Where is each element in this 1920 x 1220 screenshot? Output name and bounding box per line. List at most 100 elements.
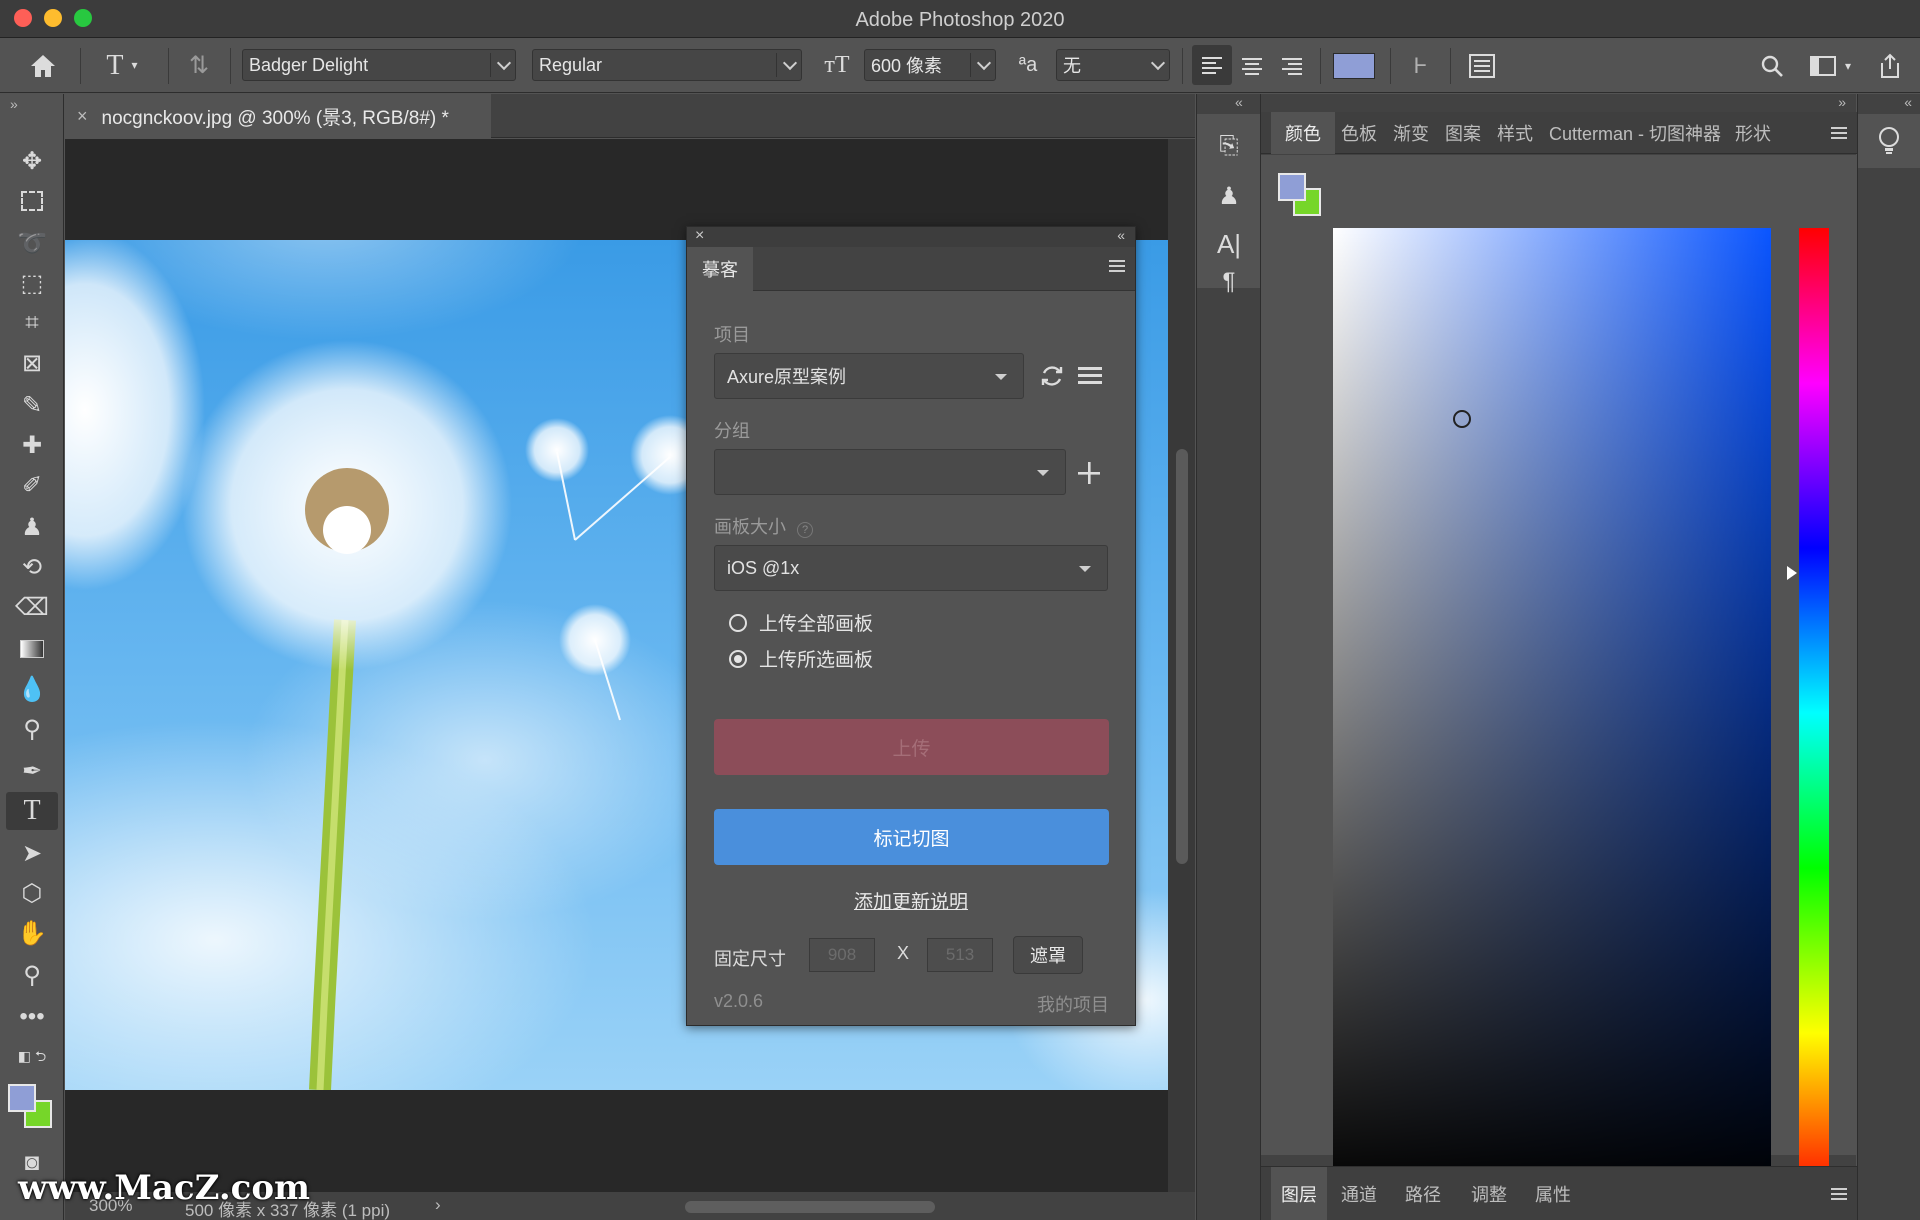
shape-tool-icon[interactable]: ⬡ <box>6 874 58 912</box>
move-tool-icon[interactable]: ✥ <box>6 142 58 180</box>
marquee-tool-icon[interactable] <box>6 182 58 220</box>
tab-color[interactable]: 颜色 <box>1271 112 1335 154</box>
add-update-note-link[interactable]: 添加更新说明 <box>687 887 1135 914</box>
color-picker-handle[interactable] <box>1453 410 1471 428</box>
history-panel-icon[interactable]: ⎘ <box>1197 124 1261 168</box>
board-size-select[interactable]: iOS @1x <box>714 545 1108 591</box>
vertical-scrollbar[interactable] <box>1168 139 1195 1192</box>
upload-button[interactable]: 上传 <box>714 719 1109 775</box>
more-tools-icon[interactable]: ••• <box>6 998 58 1036</box>
character-panel-icon[interactable] <box>1460 38 1504 93</box>
project-select[interactable]: Axure原型案例 <box>714 353 1024 399</box>
color-field[interactable] <box>1333 228 1771 1198</box>
tab-swatches[interactable]: 色板 <box>1341 112 1377 154</box>
warp-text-icon[interactable]: Ⱶ <box>1400 38 1440 93</box>
group-select[interactable] <box>714 449 1066 495</box>
foreground-color-swatch[interactable] <box>8 1084 36 1112</box>
add-group-icon[interactable] <box>1077 461 1101 490</box>
help-icon[interactable]: ? <box>797 522 814 538</box>
text-orientation-icon[interactable]: ⇅ <box>178 38 220 93</box>
tab-shapes[interactable]: 形状 <box>1735 112 1771 154</box>
dodge-tool-icon[interactable]: ⚲ <box>6 710 58 748</box>
search-icon[interactable] <box>1752 38 1792 93</box>
fixed-size-label: 固定尺寸 <box>714 949 786 969</box>
gradient-tool-icon[interactable] <box>6 630 58 668</box>
tab-cutterman[interactable]: Cutterman - 切图神器 <box>1549 112 1725 154</box>
clone-source-panel-icon[interactable]: ♟ <box>1197 174 1261 218</box>
text-color-swatch[interactable] <box>1332 38 1376 93</box>
crop-tool-icon[interactable]: ⌗ <box>6 304 58 342</box>
pen-tool-icon[interactable]: ✒ <box>6 752 58 790</box>
collapse-strip-icon[interactable]: « <box>1235 94 1243 110</box>
color-foreground-swatch[interactable] <box>1278 173 1306 201</box>
align-right-icon[interactable] <box>1272 38 1312 93</box>
font-size-select[interactable]: 600 像素 <box>864 49 996 81</box>
tab-layers[interactable]: 图层 <box>1271 1167 1327 1220</box>
brush-tool-icon[interactable]: ✐ <box>6 466 58 504</box>
expand-dock-icon[interactable]: » <box>1838 94 1846 110</box>
home-icon[interactable] <box>18 38 68 93</box>
tab-styles[interactable]: 样式 <box>1497 112 1533 154</box>
close-panel-icon[interactable]: × <box>695 227 704 245</box>
font-style-select[interactable]: Regular <box>532 49 802 81</box>
height-input[interactable]: 513 <box>927 938 993 972</box>
mark-slice-button[interactable]: 标记切图 <box>714 809 1109 865</box>
swap-colors-icon[interactable]: ◧ ⮌ <box>6 1046 58 1070</box>
align-center-icon[interactable] <box>1232 38 1272 93</box>
color-panel-dock: » 颜色 色板 渐变 图案 样式 Cutterman - 切图神器 形状 图层 … <box>1260 94 1857 1220</box>
tab-adjustments[interactable]: 调整 <box>1471 1167 1507 1220</box>
status-menu-arrow-icon[interactable]: › <box>435 1195 441 1215</box>
upload-selected-radio[interactable]: 上传所选画板 <box>729 645 873 672</box>
discover-lightbulb-icon[interactable] <box>1858 114 1920 168</box>
window-title: Adobe Photoshop 2020 <box>855 9 1065 31</box>
refresh-icon[interactable] <box>1039 363 1065 394</box>
antialias-select[interactable]: 无 <box>1056 49 1170 81</box>
horizontal-scroll-thumb[interactable] <box>685 1201 935 1213</box>
mask-button[interactable]: 遮罩 <box>1013 936 1083 974</box>
zoom-tool-icon[interactable]: ⚲ <box>6 956 58 994</box>
list-menu-icon[interactable] <box>1078 365 1102 392</box>
paragraph-panel-icon[interactable]: ¶ <box>1197 260 1261 304</box>
collapse-right-icon[interactable]: « <box>1904 94 1912 110</box>
history-brush-tool-icon[interactable]: ⟲ <box>6 548 58 586</box>
project-label: 项目 <box>714 325 750 345</box>
close-tab-icon[interactable]: × <box>77 106 88 127</box>
type-tool-preset-icon[interactable]: T ▾ <box>92 38 152 93</box>
clone-stamp-tool-icon[interactable]: ♟ <box>6 508 58 546</box>
workspace-icon[interactable]: ▾ <box>1800 38 1860 93</box>
blur-tool-icon[interactable]: 💧 <box>6 670 58 708</box>
tab-channels[interactable]: 通道 <box>1341 1167 1377 1220</box>
path-selection-tool-icon[interactable]: ➤ <box>6 834 58 872</box>
tab-patterns[interactable]: 图案 <box>1445 112 1481 154</box>
panel-tab-mockplus[interactable]: 摹客 <box>687 247 753 291</box>
upload-all-radio[interactable]: 上传全部画板 <box>729 609 873 636</box>
lasso-tool-icon[interactable]: ➰ <box>6 224 58 262</box>
font-size-icon: ᴛT <box>824 52 850 78</box>
my-projects-link[interactable]: 我的项目 <box>1037 991 1109 1017</box>
panel-menu-icon[interactable] <box>1831 126 1847 145</box>
align-left-icon[interactable] <box>1192 45 1232 85</box>
collapse-panel-icon[interactable]: « <box>1117 227 1125 243</box>
width-input[interactable]: 908 <box>809 938 875 972</box>
font-family-select[interactable]: Badger Delight <box>242 49 516 81</box>
document-tab[interactable]: × nocgnckoov.jpg @ 300% (景3, RGB/8#) * <box>65 94 491 138</box>
panel-icon-strip: « ⎘ ♟ A| ¶ <box>1196 94 1261 1220</box>
object-selection-tool-icon[interactable]: ⬚ <box>6 264 58 302</box>
eraser-tool-icon[interactable]: ⌫ <box>6 588 58 626</box>
hue-slider-handle[interactable] <box>1787 566 1797 580</box>
tab-paths[interactable]: 路径 <box>1405 1167 1441 1220</box>
vertical-scroll-thumb[interactable] <box>1176 449 1188 864</box>
panel-menu-icon[interactable] <box>1109 259 1125 278</box>
title-bar: Adobe Photoshop 2020 <box>0 0 1920 38</box>
share-icon[interactable] <box>1870 38 1910 93</box>
type-tool-icon[interactable]: T <box>6 792 58 830</box>
layers-menu-icon[interactable] <box>1831 1187 1847 1206</box>
frame-tool-icon[interactable]: ⊠ <box>6 344 58 382</box>
right-panel-tabs: 颜色 色板 渐变 图案 样式 Cutterman - 切图神器 形状 <box>1261 112 1857 154</box>
hand-tool-icon[interactable]: ✋ <box>6 914 58 952</box>
tab-properties[interactable]: 属性 <box>1535 1167 1571 1220</box>
eyedropper-tool-icon[interactable]: ✎ <box>6 386 58 424</box>
healing-brush-tool-icon[interactable]: ✚ <box>6 426 58 464</box>
hue-slider[interactable] <box>1799 228 1829 1198</box>
tab-gradients[interactable]: 渐变 <box>1393 112 1429 154</box>
